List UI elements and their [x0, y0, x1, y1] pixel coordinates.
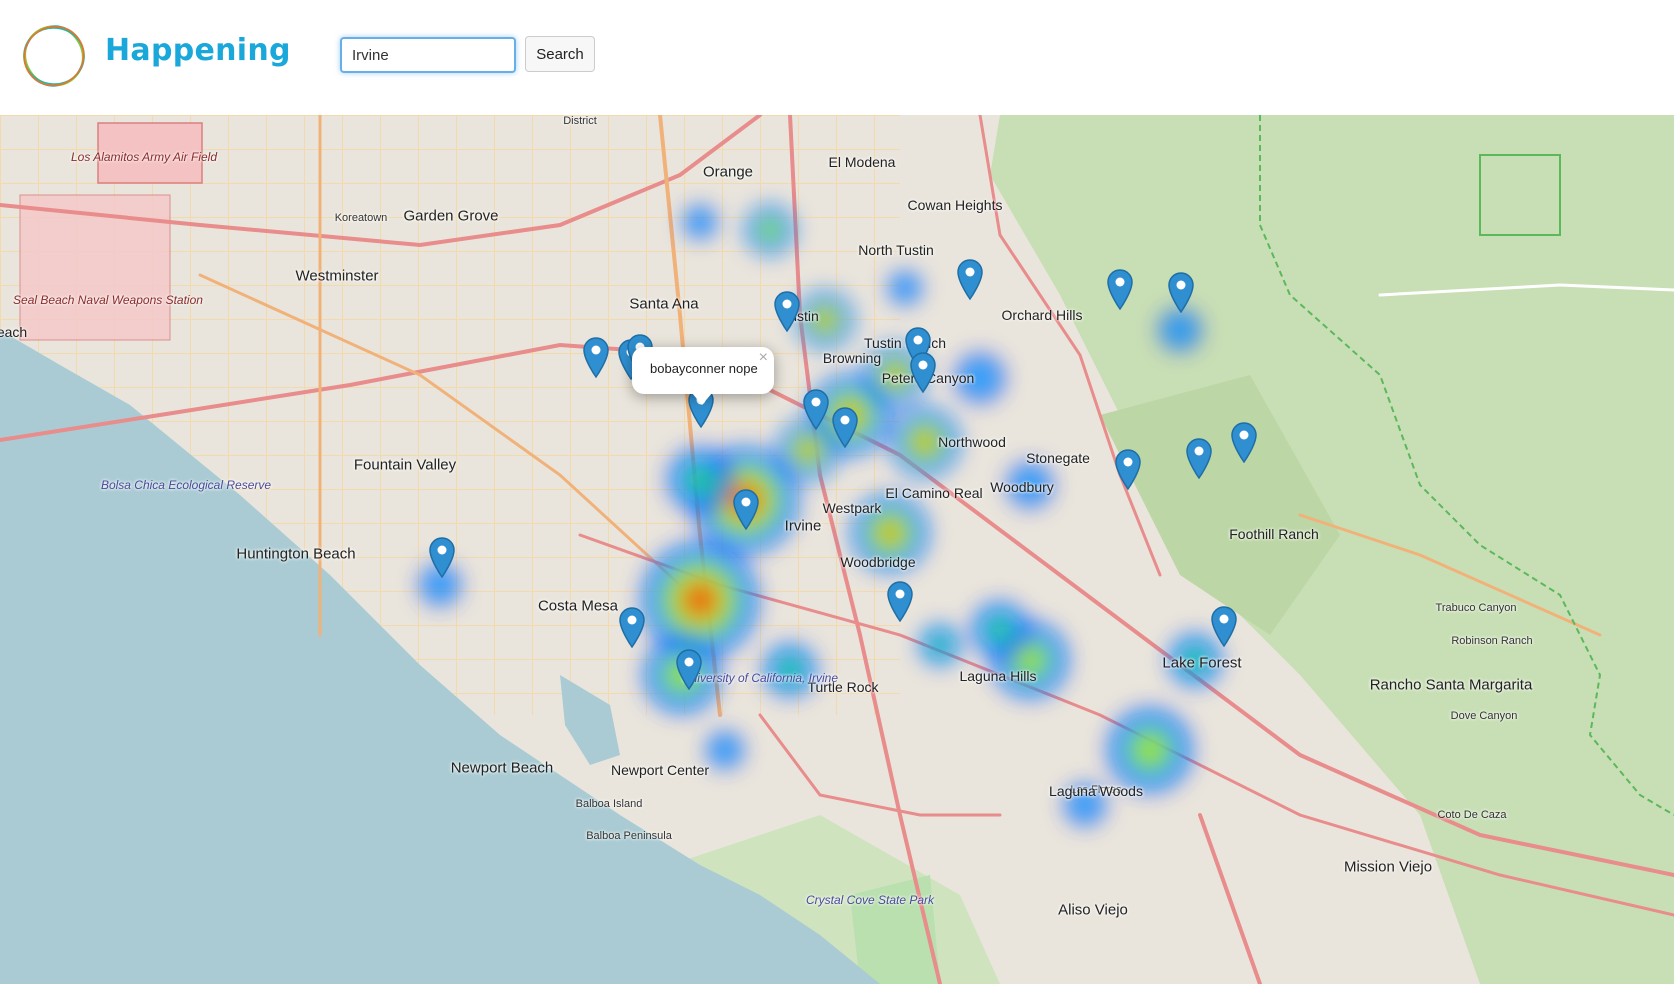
- place-label: Lake Forest: [1162, 654, 1242, 672]
- map[interactable]: Orange El Modena Cowan Heights North Tustin…: [0, 115, 1674, 984]
- heat-blob: [816, 311, 834, 329]
- place-label: Orange: [702, 163, 754, 181]
- event-popup[interactable]: bobayconner nope ×: [632, 347, 774, 405]
- heat-blob: [713, 738, 737, 762]
- map-marker-icon[interactable]: [831, 406, 859, 448]
- place-label: Balboa Peninsula: [586, 830, 672, 842]
- place-label: Bolsa Chica Ecological Reserve: [100, 478, 272, 492]
- place-label: Foothill Ranch: [1229, 526, 1319, 542]
- place-label: Garden Grove: [403, 207, 499, 225]
- happening-logo-icon[interactable]: [21, 23, 87, 89]
- place-label: Balboa Island: [575, 798, 643, 810]
- place-label: Laguna Hills: [959, 668, 1037, 684]
- place-label: Rancho Santa Margarita: [1369, 676, 1533, 694]
- place-label: Koreatown: [334, 212, 388, 224]
- popup-text: bobayconner nope: [650, 361, 758, 376]
- place-label: Los Alamitos Army Air Field: [70, 150, 218, 164]
- heat-blob: [799, 441, 817, 459]
- place-label: Santa Ana: [629, 295, 699, 313]
- heat-blob: [689, 211, 711, 233]
- place-label: Irvine: [784, 517, 822, 535]
- heat-blob: [894, 277, 916, 299]
- place-label: Newport Center: [610, 762, 710, 778]
- search-input[interactable]: [340, 37, 516, 73]
- map-marker-icon[interactable]: [956, 258, 984, 300]
- place-label: Woodbury: [990, 479, 1054, 495]
- search-button[interactable]: Search: [525, 36, 595, 72]
- place-label: Crystal Cove State Park: [805, 893, 935, 907]
- place-label: Westpark: [822, 500, 882, 516]
- popup-tip: [692, 393, 712, 405]
- place-label: Northwood: [938, 434, 1006, 450]
- place-label: Stonegate: [1026, 450, 1090, 466]
- place-label: North Tustin: [858, 242, 934, 258]
- map-marker-icon[interactable]: [582, 336, 610, 378]
- map-marker-icon[interactable]: [1185, 437, 1213, 479]
- map-marker-icon[interactable]: [886, 580, 914, 622]
- map-marker-icon[interactable]: [618, 606, 646, 648]
- heat-blob: [930, 635, 950, 655]
- place-label: Costa Mesa: [537, 597, 619, 615]
- heat-blob: [761, 221, 779, 239]
- map-marker-icon[interactable]: [1167, 271, 1195, 313]
- place-label: Seal Beach Naval Weapons Station: [13, 293, 203, 307]
- place-label: Trabuco Canyon: [1435, 602, 1517, 614]
- place-label: Cowan Heights: [907, 197, 1003, 213]
- map-marker-icon[interactable]: [773, 290, 801, 332]
- heat-blob: [879, 522, 901, 544]
- place-label: Dove Canyon: [1450, 710, 1518, 722]
- app-title[interactable]: Happening: [105, 33, 291, 68]
- place-label: District: [563, 115, 597, 127]
- place-label: Fountain Valley: [353, 456, 457, 474]
- place-label: Laguna Woods: [1049, 783, 1143, 799]
- heat-blob: [915, 432, 935, 452]
- heat-blob: [1135, 735, 1165, 765]
- place-label: Browning: [822, 350, 882, 366]
- heat-blob: [685, 465, 715, 495]
- place-label: Huntington Beach: [236, 545, 356, 563]
- map-marker-icon[interactable]: [1114, 448, 1142, 490]
- place-label: Robinson Ranch: [1451, 635, 1533, 647]
- popup-close-icon[interactable]: ×: [759, 349, 768, 367]
- header: Happening Search: [0, 0, 1674, 115]
- map-marker-icon[interactable]: [428, 536, 456, 578]
- heat-blob: [987, 617, 1013, 643]
- place-label: Coto De Caza: [1437, 809, 1507, 821]
- map-marker-icon[interactable]: [1230, 421, 1258, 463]
- heat-blob: [1166, 316, 1194, 344]
- map-marker-icon[interactable]: [909, 351, 937, 393]
- place-label: Aliso Viejo: [1058, 901, 1128, 919]
- place-label: Woodbridge: [840, 554, 916, 570]
- place-label: Orchard Hills: [1001, 307, 1083, 323]
- map-marker-icon[interactable]: [802, 388, 830, 430]
- place-label: University of California, Irvine: [681, 671, 839, 685]
- place-label: El Camino Real: [885, 485, 983, 501]
- map-marker-icon[interactable]: [1106, 268, 1134, 310]
- place-label: El Modena: [828, 154, 896, 170]
- place-label: Westminster: [295, 267, 379, 285]
- heat-blob: [686, 586, 714, 614]
- map-marker-icon[interactable]: [1210, 605, 1238, 647]
- place-label: Newport Beach: [450, 759, 554, 777]
- place-label: Mission Viejo: [1343, 858, 1433, 876]
- place-label: each: [0, 324, 28, 340]
- map-marker-icon[interactable]: [675, 648, 703, 690]
- map-marker-icon[interactable]: [732, 488, 760, 530]
